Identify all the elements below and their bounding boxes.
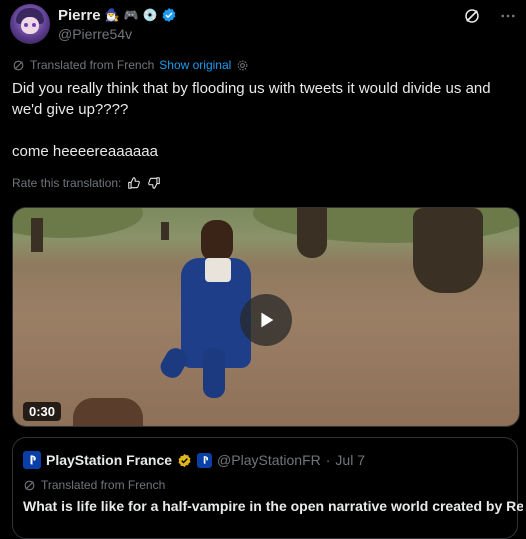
tree-trunk xyxy=(297,208,327,258)
video-duration: 0:30 xyxy=(23,402,62,421)
translate-icon xyxy=(13,60,24,70)
more-options-icon[interactable] xyxy=(498,6,518,26)
quoted-header: PlayStation France @PlayStationFR · Jul … xyxy=(23,451,365,469)
quoted-translation-notice: Translated from French xyxy=(23,478,165,492)
affiliate-badge-icon xyxy=(197,452,213,468)
ground-object xyxy=(73,398,143,426)
quoted-text: What is life like for a half-vampire in … xyxy=(23,498,523,514)
thumbs-down-icon[interactable] xyxy=(147,176,161,190)
quoted-tweet[interactable]: PlayStation France @PlayStationFR · Jul … xyxy=(12,437,523,539)
translation-notice: Translated from French Show original xyxy=(12,58,249,72)
figure-head xyxy=(201,220,233,262)
author-emoji-1: 🧙‍♂️ xyxy=(104,8,120,22)
gold-verified-badge-icon xyxy=(178,453,191,467)
author-name[interactable]: Pierre xyxy=(58,7,101,24)
play-icon xyxy=(261,312,274,328)
play-button[interactable] xyxy=(240,294,292,346)
tree-trunk xyxy=(413,208,483,293)
rate-label: Rate this translation: xyxy=(12,176,122,190)
avatar-eye xyxy=(32,23,36,27)
tree-trunk xyxy=(31,218,43,252)
translation-label: Translated from French xyxy=(30,58,155,72)
show-original-link[interactable]: Show original xyxy=(159,58,231,72)
author-handle[interactable]: @Pierre54v xyxy=(58,26,132,42)
thumbs-up-icon[interactable] xyxy=(127,176,141,190)
verified-badge-icon xyxy=(163,8,176,22)
playstation-avatar[interactable] xyxy=(23,451,41,469)
author-name-row: Pierre 🧙‍♂️ 🎮 💿 xyxy=(58,5,177,25)
settings-gear-icon[interactable] xyxy=(236,59,249,72)
dot-separator: · xyxy=(325,452,331,468)
avatar-eye xyxy=(24,23,28,27)
author-emoji-2: 🎮 xyxy=(123,8,139,22)
author-avatar[interactable] xyxy=(10,4,50,44)
grok-icon[interactable] xyxy=(462,6,482,26)
translate-icon xyxy=(24,480,35,490)
tree-trunk xyxy=(161,222,169,240)
figure-leg xyxy=(203,348,225,398)
tweet-video[interactable]: 0:30 xyxy=(12,207,520,427)
tweet-text: Did you really think that by flooding us… xyxy=(12,80,491,160)
quoted-date[interactable]: Jul 7 xyxy=(335,452,365,468)
quoted-author-name[interactable]: PlayStation France xyxy=(46,452,172,468)
quoted-author-handle[interactable]: @PlayStationFR xyxy=(217,452,321,468)
rate-translation: Rate this translation: xyxy=(12,176,161,190)
figure-collar xyxy=(205,258,231,282)
author-emoji-3: 💿 xyxy=(142,8,158,22)
tweet-header-actions xyxy=(462,6,518,26)
quoted-translation-label: Translated from French xyxy=(41,478,166,492)
playstation-logo-icon xyxy=(30,455,36,465)
